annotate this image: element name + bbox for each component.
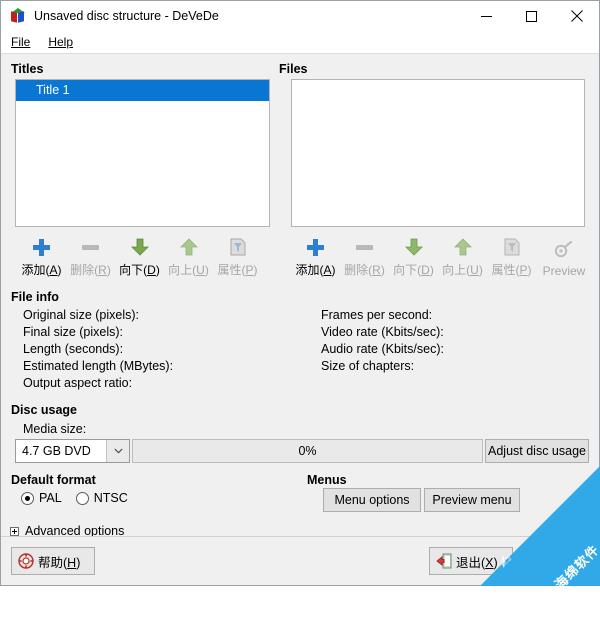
titles-move-up-label: 向上(U) <box>168 263 209 277</box>
preview-icon <box>554 241 573 258</box>
titles-add-label: 添加(A) <box>21 263 62 277</box>
files-move-down-button[interactable]: 向下(D) <box>389 234 438 278</box>
files-properties-label: 属性(P) <box>491 263 532 277</box>
titles-remove-button[interactable]: 删除(R) <box>66 234 115 278</box>
titles-properties-label: 属性(P) <box>217 263 258 277</box>
arrow-down-icon <box>130 238 149 256</box>
file-info-length-label: Length (seconds): <box>23 342 124 356</box>
cube-icon <box>10 8 26 24</box>
media-size-value: 4.7 GB DVD <box>22 444 91 458</box>
arrow-up-icon <box>179 238 198 256</box>
radio-pal-label: PAL <box>39 491 62 505</box>
titles-move-down-label: 向下(D) <box>119 263 160 277</box>
files-properties-button[interactable]: 属性(P) <box>487 234 536 278</box>
exit-button[interactable]: 退出(X) <box>429 547 513 575</box>
file-info-heading: File info <box>11 290 59 304</box>
main-content: Titles Title 1 添加(A) 删除(R) 向下(D) 向上(U) 属… <box>1 54 599 585</box>
window-controls <box>464 1 599 31</box>
menu-file[interactable]: File <box>9 33 38 51</box>
list-item[interactable]: Title 1 <box>16 80 269 101</box>
file-info-chapters-label: Size of chapters: <box>321 359 415 373</box>
maximize-icon[interactable] <box>509 1 554 31</box>
arrow-down-icon <box>404 238 423 256</box>
help-button[interactable]: 帮助(H) <box>11 547 95 575</box>
files-preview-label: Preview <box>542 264 586 278</box>
file-info-original-size-label: Original size (pixels): <box>23 308 140 322</box>
radio-ntsc-label: NTSC <box>93 491 128 505</box>
files-heading: Files <box>279 62 308 76</box>
titles-add-button[interactable]: 添加(A) <box>17 234 66 278</box>
minimize-icon[interactable] <box>464 1 509 31</box>
plus-box-icon[interactable] <box>10 526 19 536</box>
lifebuoy-icon <box>18 553 34 569</box>
menu-options-button[interactable]: Menu options <box>323 488 421 512</box>
properties-icon <box>230 238 245 256</box>
files-remove-button[interactable]: 删除(R) <box>340 234 389 278</box>
file-info-final-size-label: Final size (pixels): <box>23 325 124 339</box>
titles-move-down-button[interactable]: 向下(D) <box>115 234 164 278</box>
files-toolbar: 添加(A) 删除(R) 向下(D) 向上(U) 属性(P) Preview <box>291 234 592 278</box>
help-button-label: 帮助(H) <box>38 555 81 570</box>
disc-usage-progress-text: 0% <box>298 444 317 458</box>
arrow-up-icon <box>453 238 472 256</box>
menu-bar: File Help <box>1 31 599 54</box>
files-preview-button[interactable]: Preview <box>536 234 592 278</box>
file-info-video-rate-label: Video rate (Kbits/sec): <box>321 325 444 339</box>
disc-usage-progress: 0% <box>132 439 483 463</box>
title-bar: Unsaved disc structure - DeVeDe <box>1 1 599 31</box>
properties-icon <box>504 238 519 256</box>
menu-help[interactable]: Help <box>46 33 81 51</box>
chevron-down-icon[interactable] <box>106 440 129 462</box>
menu-help-label: Help <box>48 35 74 49</box>
adjust-disc-usage-button[interactable]: Adjust disc usage <box>485 439 589 463</box>
titles-properties-button[interactable]: 属性(P) <box>213 234 262 278</box>
exit-button-label: 退出(X) <box>456 555 498 570</box>
files-add-label: 添加(A) <box>295 263 336 277</box>
menu-file-label: File <box>11 35 31 49</box>
menus-heading: Menus <box>307 473 347 487</box>
window-title: Unsaved disc structure - DeVeDe <box>34 9 219 23</box>
file-info-estimated-length-label: Estimated length (MBytes): <box>23 359 174 373</box>
titles-move-up-button[interactable]: 向上(U) <box>164 234 213 278</box>
minus-icon <box>356 244 373 250</box>
radio-pal[interactable] <box>21 491 34 505</box>
default-format-heading: Default format <box>11 473 96 487</box>
bottom-bar: 帮助(H) 退出(X) <box>1 536 599 585</box>
files-move-down-label: 向下(D) <box>393 263 434 277</box>
file-info-audio-rate-label: Audio rate (Kbits/sec): <box>321 342 444 356</box>
default-format-radiogroup: PAL NTSC <box>21 491 142 505</box>
main-window: Unsaved disc structure - DeVeDe File Hel… <box>0 0 600 586</box>
files-listbox[interactable] <box>291 79 585 227</box>
radio-ntsc[interactable] <box>75 491 89 505</box>
titles-toolbar: 添加(A) 删除(R) 向下(D) 向上(U) 属性(P) <box>17 234 262 278</box>
disc-usage-heading: Disc usage <box>11 403 78 417</box>
media-size-label: Media size: <box>23 422 87 436</box>
titles-remove-label: 删除(R) <box>70 263 111 277</box>
close-icon[interactable] <box>554 1 599 31</box>
exit-door-icon <box>436 553 452 569</box>
minus-icon <box>82 244 99 250</box>
file-info-fps-label: Frames per second: <box>321 308 433 322</box>
file-info-aspect-ratio-label: Output aspect ratio: <box>23 376 133 390</box>
files-move-up-button[interactable]: 向上(U) <box>438 234 487 278</box>
files-remove-label: 删除(R) <box>344 263 385 277</box>
media-size-select[interactable]: 4.7 GB DVD <box>15 439 130 463</box>
files-add-button[interactable]: 添加(A) <box>291 234 340 278</box>
files-move-up-label: 向上(U) <box>442 263 483 277</box>
titles-listbox[interactable]: Title 1 <box>15 79 270 227</box>
titles-heading: Titles <box>11 62 44 76</box>
plus-icon <box>307 238 324 256</box>
plus-icon <box>33 238 50 256</box>
preview-menu-button[interactable]: Preview menu <box>424 488 520 512</box>
